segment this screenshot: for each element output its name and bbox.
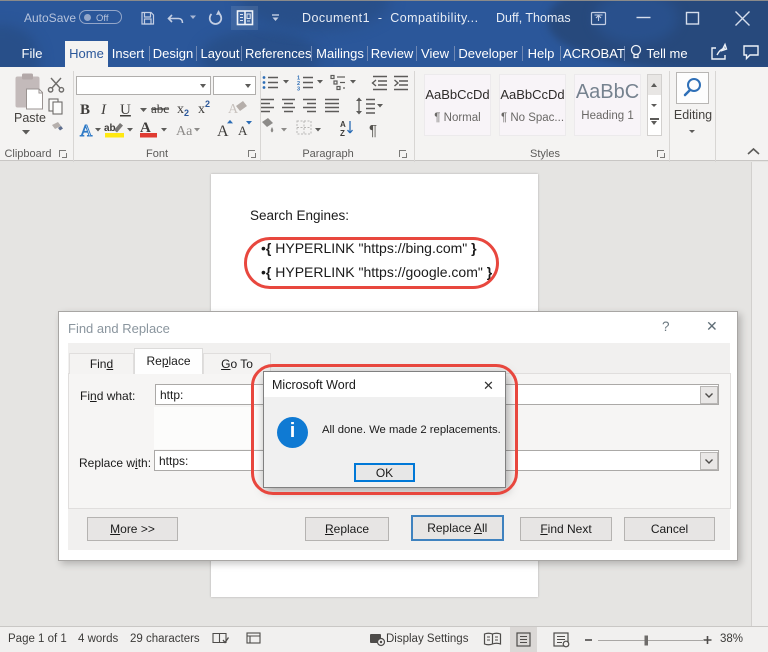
svg-text:A: A <box>217 123 229 140</box>
svg-text:ab: ab <box>104 123 116 134</box>
svg-text:A: A <box>238 123 248 138</box>
svg-text:Aa: Aa <box>176 124 193 139</box>
svg-text:A: A <box>80 121 93 140</box>
svg-text:I: I <box>100 102 107 118</box>
svg-text:B: B <box>80 102 90 118</box>
svg-text:3: 3 <box>297 87 300 93</box>
svg-text:2: 2 <box>205 99 210 109</box>
svg-text:A: A <box>228 102 239 117</box>
svg-text:x: x <box>177 102 184 117</box>
svg-text:2: 2 <box>184 108 189 118</box>
svg-text:x: x <box>198 102 205 117</box>
svg-text:Z: Z <box>340 129 345 138</box>
svg-text:A: A <box>340 120 346 129</box>
svg-text:abc: abc <box>151 101 169 116</box>
svg-text:¶: ¶ <box>369 122 377 139</box>
svg-text:U: U <box>120 102 131 118</box>
